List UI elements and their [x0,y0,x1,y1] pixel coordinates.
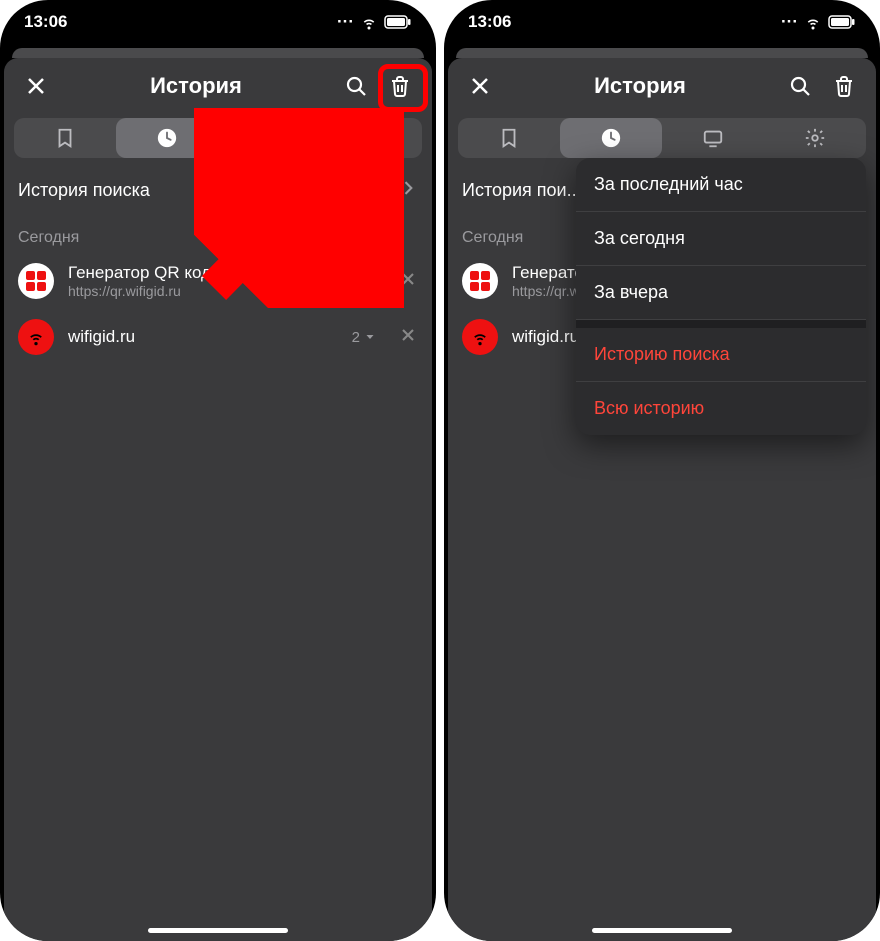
history-item[interactable]: Генератор QR кодов: бесплатн... https://… [4,253,432,309]
close-button[interactable] [14,64,58,108]
history-item-count: 2 [352,329,376,346]
status-time: 13:06 [24,12,67,32]
history-item-remove[interactable] [398,325,418,350]
sheet-header: История [448,58,876,114]
status-bar: 13:06 ··· [0,0,436,44]
history-item-remove[interactable] [398,269,418,294]
delete-menu: За последний час За сегодня За вчера Ист… [576,158,866,435]
page-title: История [502,73,778,99]
close-button[interactable] [458,64,502,108]
clock-icon [600,127,622,149]
page-title: История [58,73,334,99]
history-item-text: Генератор QR кодов: бесплатн... https://… [68,263,324,299]
search-history-label: История поиска [18,180,398,201]
close-icon [398,325,418,345]
tab-bookmarks[interactable] [458,118,560,158]
qr-icon [470,271,490,291]
sheet-header: История [4,58,432,114]
home-indicator[interactable] [148,928,288,933]
trash-icon [388,74,412,98]
gear-icon [360,127,382,149]
wifi-icon [804,13,822,31]
close-icon [398,269,418,289]
battery-icon [828,15,856,29]
search-icon [344,74,368,98]
bookmark-icon [498,127,520,149]
clock-icon [156,127,178,149]
tab-bookmarks[interactable] [14,118,116,158]
tab-history[interactable] [560,118,662,158]
history-sheet: История История пои... [448,58,876,941]
history-sheet: История История поиска [4,58,432,941]
search-icon [788,74,812,98]
history-item[interactable]: wifigid.ru 2 [4,309,432,365]
sheet-peek [12,48,424,58]
battery-icon [384,15,412,29]
trash-icon [832,74,856,98]
chevron-right-icon [398,178,418,203]
history-item-text: wifigid.ru [68,327,338,347]
wifi-icon [470,327,490,347]
menu-separator [576,320,866,328]
tabs [14,118,422,158]
history-item-time: 13:05 [338,273,376,290]
delete-button[interactable] [822,64,866,108]
qr-icon [26,271,46,291]
menu-yesterday[interactable]: За вчера [576,266,866,320]
monitor-icon [258,127,280,149]
favicon-qr [18,263,54,299]
status-time: 13:06 [468,12,511,32]
favicon-wifigid [462,319,498,355]
tab-devices[interactable] [218,118,320,158]
menu-last-hour[interactable]: За последний час [576,158,866,212]
favicon-wifigid [18,319,54,355]
chevron-down-icon [364,331,376,343]
history-item-url: https://qr.wifigid.ru [68,283,324,299]
history-item-title: wifigid.ru [68,327,338,347]
favicon-qr [462,263,498,299]
search-history-row[interactable]: История поиска [4,164,432,217]
status-bar: 13:06 ··· [444,0,880,44]
gear-icon [804,127,826,149]
menu-search-history[interactable]: Историю поиска [576,328,866,382]
menu-today[interactable]: За сегодня [576,212,866,266]
menu-all-history[interactable]: Всю историю [576,382,866,435]
search-button[interactable] [778,64,822,108]
status-indicators: ··· [337,12,412,32]
tab-history[interactable] [116,118,218,158]
tab-settings[interactable] [320,118,422,158]
bookmark-icon [54,127,76,149]
phone-left: 13:06 ··· История [0,0,436,941]
wifi-icon [26,327,46,347]
monitor-icon [702,127,724,149]
sheet-peek [456,48,868,58]
phone-right: 13:06 ··· История [444,0,880,941]
status-indicators: ··· [781,12,856,32]
delete-button[interactable] [378,64,422,108]
tabs [458,118,866,158]
wifi-icon [360,13,378,31]
tab-settings[interactable] [764,118,866,158]
home-indicator[interactable] [592,928,732,933]
tab-devices[interactable] [662,118,764,158]
section-today: Сегодня [4,217,432,253]
history-item-title: Генератор QR кодов: бесплатн... [68,263,324,283]
search-button[interactable] [334,64,378,108]
